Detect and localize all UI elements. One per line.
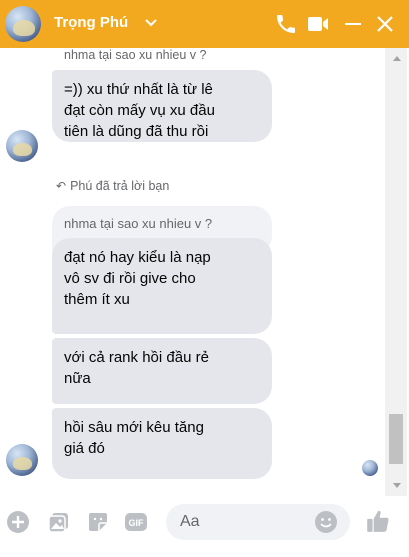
photo-icon[interactable]: [47, 510, 71, 534]
contact-avatar[interactable]: [5, 6, 41, 42]
message-bubble[interactable]: đạt nó hay kiểu là nạp vô sv đi rồi give…: [52, 238, 272, 334]
seen-indicator-avatar: [362, 460, 378, 476]
message-line: giá đó: [64, 440, 105, 457]
message-line: với cả rank hồi đầu rẻ: [64, 349, 209, 366]
message-line: thêm ít xu: [64, 291, 130, 308]
message-line: vô sv đi rồi give cho: [64, 270, 196, 287]
message-line: đạt còn mấy vụ xu đầu: [64, 102, 215, 119]
message-line: nữa: [64, 370, 91, 387]
gif-icon[interactable]: GIF: [124, 510, 148, 534]
emoji-icon[interactable]: [314, 510, 338, 534]
replied-notice-text: Phú đã trả lời bạn: [70, 179, 170, 193]
replied-notice: ↶ Phú đã trả lời bạn: [56, 179, 169, 193]
scroll-up-arrow-icon[interactable]: [393, 56, 401, 61]
scroll-down-arrow-icon[interactable]: [393, 483, 401, 488]
message-list[interactable]: nhma tại sao xu nhieu v ? =)) xu thứ nhấ…: [0, 48, 409, 496]
sticker-icon[interactable]: [86, 510, 110, 534]
message-composer: GIF Aa: [0, 496, 409, 557]
quoted-reply-preview: nhma tại sao xu nhieu v ?: [64, 48, 207, 62]
message-bubble[interactable]: hồi sâu mới kêu tăng giá đó: [52, 408, 272, 479]
chat-header: Trọng Phú: [0, 0, 409, 48]
sender-avatar[interactable]: [6, 130, 38, 162]
message-line: tiên là dũng đã thu rồi: [64, 123, 209, 140]
scroll-thumb[interactable]: [389, 414, 403, 464]
minimize-icon[interactable]: [341, 12, 365, 36]
sender-avatar[interactable]: [6, 444, 38, 476]
thumbs-up-icon[interactable]: [365, 508, 391, 534]
svg-text:GIF: GIF: [129, 518, 145, 528]
phone-icon[interactable]: [274, 12, 298, 36]
message-line: đạt nó hay kiểu là nạp: [64, 249, 211, 266]
message-input-placeholder: Aa: [180, 513, 200, 530]
message-bubble[interactable]: với cả rank hồi đầu rẻ nữa: [52, 338, 272, 404]
plus-icon[interactable]: [6, 510, 30, 534]
chevron-down-icon[interactable]: [144, 13, 158, 33]
scrollbar[interactable]: [385, 48, 407, 496]
reply-arrow-icon: ↶: [56, 179, 67, 193]
close-icon[interactable]: [373, 12, 397, 36]
message-input[interactable]: Aa: [166, 504, 350, 540]
message-bubble[interactable]: =)) xu thứ nhất là từ lê đạt còn mấy vụ …: [52, 70, 272, 142]
quoted-message-text: nhma tại sao xu nhieu v ?: [64, 216, 213, 231]
message-line: hồi sâu mới kêu tăng: [64, 419, 204, 436]
contact-name[interactable]: Trọng Phú: [54, 14, 128, 31]
video-camera-icon[interactable]: [306, 12, 330, 36]
message-line: =)) xu thứ nhất là từ lê: [64, 81, 213, 98]
